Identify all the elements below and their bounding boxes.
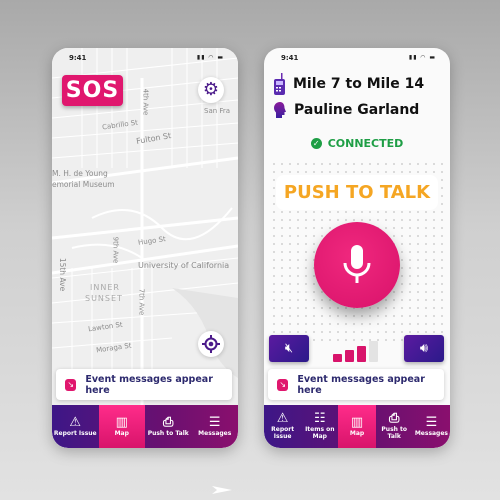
tab-label: Messages [198,429,232,437]
status-bar: 9:41 ▮▮ ◠ ▬ [52,54,238,66]
signal-level [333,340,381,362]
map-label: 9th Ave [111,236,120,264]
user-head-icon [274,102,286,118]
tab-label: Push to Talk [147,429,189,437]
mute-button[interactable]: 🔇︎ [269,335,309,362]
settings-button[interactable]: ⚙ [198,77,224,103]
tab-map[interactable]: ▥ Map [338,405,376,448]
map-label: emorial Museum [52,180,115,189]
map-label: San Fra [204,107,231,115]
push-to-talk-label: PUSH TO TALK [276,175,438,210]
tab-label: Report Issue [271,426,295,440]
event-icon: ↘ [277,378,289,391]
ptt-screen: 9:41 ▮▮ ◠ ▬ Mile 7 to Mile 14 Pauline Ga… [264,48,450,448]
warning-icon: ⚠ [276,411,289,427]
map-icon: ▥ [115,414,128,430]
map-label: 15th Ave [58,257,68,292]
brand-logo-mark [212,486,232,494]
tab-messages[interactable]: ☰ Messages [192,405,239,448]
event-text: Event messages appear here [297,373,425,396]
map-label: University of California [138,261,230,270]
map-icon: ▥ [350,414,364,430]
signal-bar [333,354,342,362]
push-to-talk-button[interactable] [314,222,400,308]
list-icon: ☷ [313,411,326,427]
sos-button[interactable]: SOS [62,75,123,106]
bottom-nav: ⚠ Report Issue ▥ Map ⎙ Push to Talk ☰ Messag… [52,405,238,448]
check-circle-icon: ✓ [310,138,322,149]
signal-bar [369,341,378,362]
status-icons: ▮▮ ◠ ▬ [196,54,224,61]
gear-icon: ⚙ [202,79,220,100]
event-icon: ↘ [65,378,77,391]
microphone-icon [343,245,371,283]
radio-icon [274,73,285,95]
connection-text: CONNECTED [327,137,404,150]
tab-report-issue[interactable]: ⚠ Report Issue [264,405,301,448]
signal-bar [357,346,366,362]
locate-button[interactable] [198,331,224,357]
messages-icon: ☰ [425,414,438,430]
tab-items-on-map[interactable]: ☷ Items on Map [301,405,338,448]
speaker-mute-icon: 🔇︎ [284,341,294,356]
volume-button[interactable]: 🔊︎ [404,335,444,362]
user-name: Pauline Garland [294,102,420,118]
tab-label: Map [114,429,129,437]
clock: 9:41 [281,54,299,62]
warning-icon: ⚠ [69,414,82,430]
map-label: INNER [90,283,120,292]
status-bar: 9:41 ▮▮ ◠ ▬ [264,54,450,66]
ptt-icon: ⎙ [163,414,174,430]
speaker-icon: 🔊︎ [419,341,429,356]
event-message-bar[interactable]: ↘ Event messages appear here [268,369,444,400]
tab-map[interactable]: ▥ Map [98,405,145,448]
tab-push-to-talk[interactable]: ⎙ Push to Talk [145,405,192,448]
tab-label: Report Issue [53,429,97,437]
channel-row: Mile 7 to Mile 14 [274,73,424,95]
map-label: 7th Ave [137,288,146,316]
messages-icon: ☰ [208,414,221,430]
tab-label: Messages [414,429,448,437]
event-text: Event messages appear here [85,373,213,396]
tab-label: Map [349,429,365,437]
tab-label: Items on Map [305,426,335,440]
map-label: 4th Ave [141,88,150,116]
tab-messages[interactable]: ☰ Messages [413,405,450,448]
map-label: M. H. de Young [52,169,108,178]
tab-push-to-talk[interactable]: ⎙ Push to Talk [376,405,413,448]
event-message-bar[interactable]: ↘ Event messages appear here [56,369,232,400]
status-icons: ▮▮ ◠ ▬ [408,54,436,61]
clock: 9:41 [69,54,87,62]
ptt-icon: ⎙ [389,411,400,427]
tab-label: Push to Talk [381,426,407,440]
bottom-nav: ⚠ Report Issue ☷ Items on Map ▥ Map ⎙ Push t… [264,405,450,448]
map-screen: 4th Ave Cabrillo St Fulton St San Fra M.… [52,48,238,448]
map-label: SUNSET [85,294,123,303]
signal-bar [345,350,354,362]
channel-name: Mile 7 to Mile 14 [293,76,425,92]
crosshair-icon [202,335,220,353]
connection-status: ✓ CONNECTED [264,137,450,150]
user-row: Pauline Garland [274,102,419,118]
tab-report-issue[interactable]: ⚠ Report Issue [52,405,99,448]
